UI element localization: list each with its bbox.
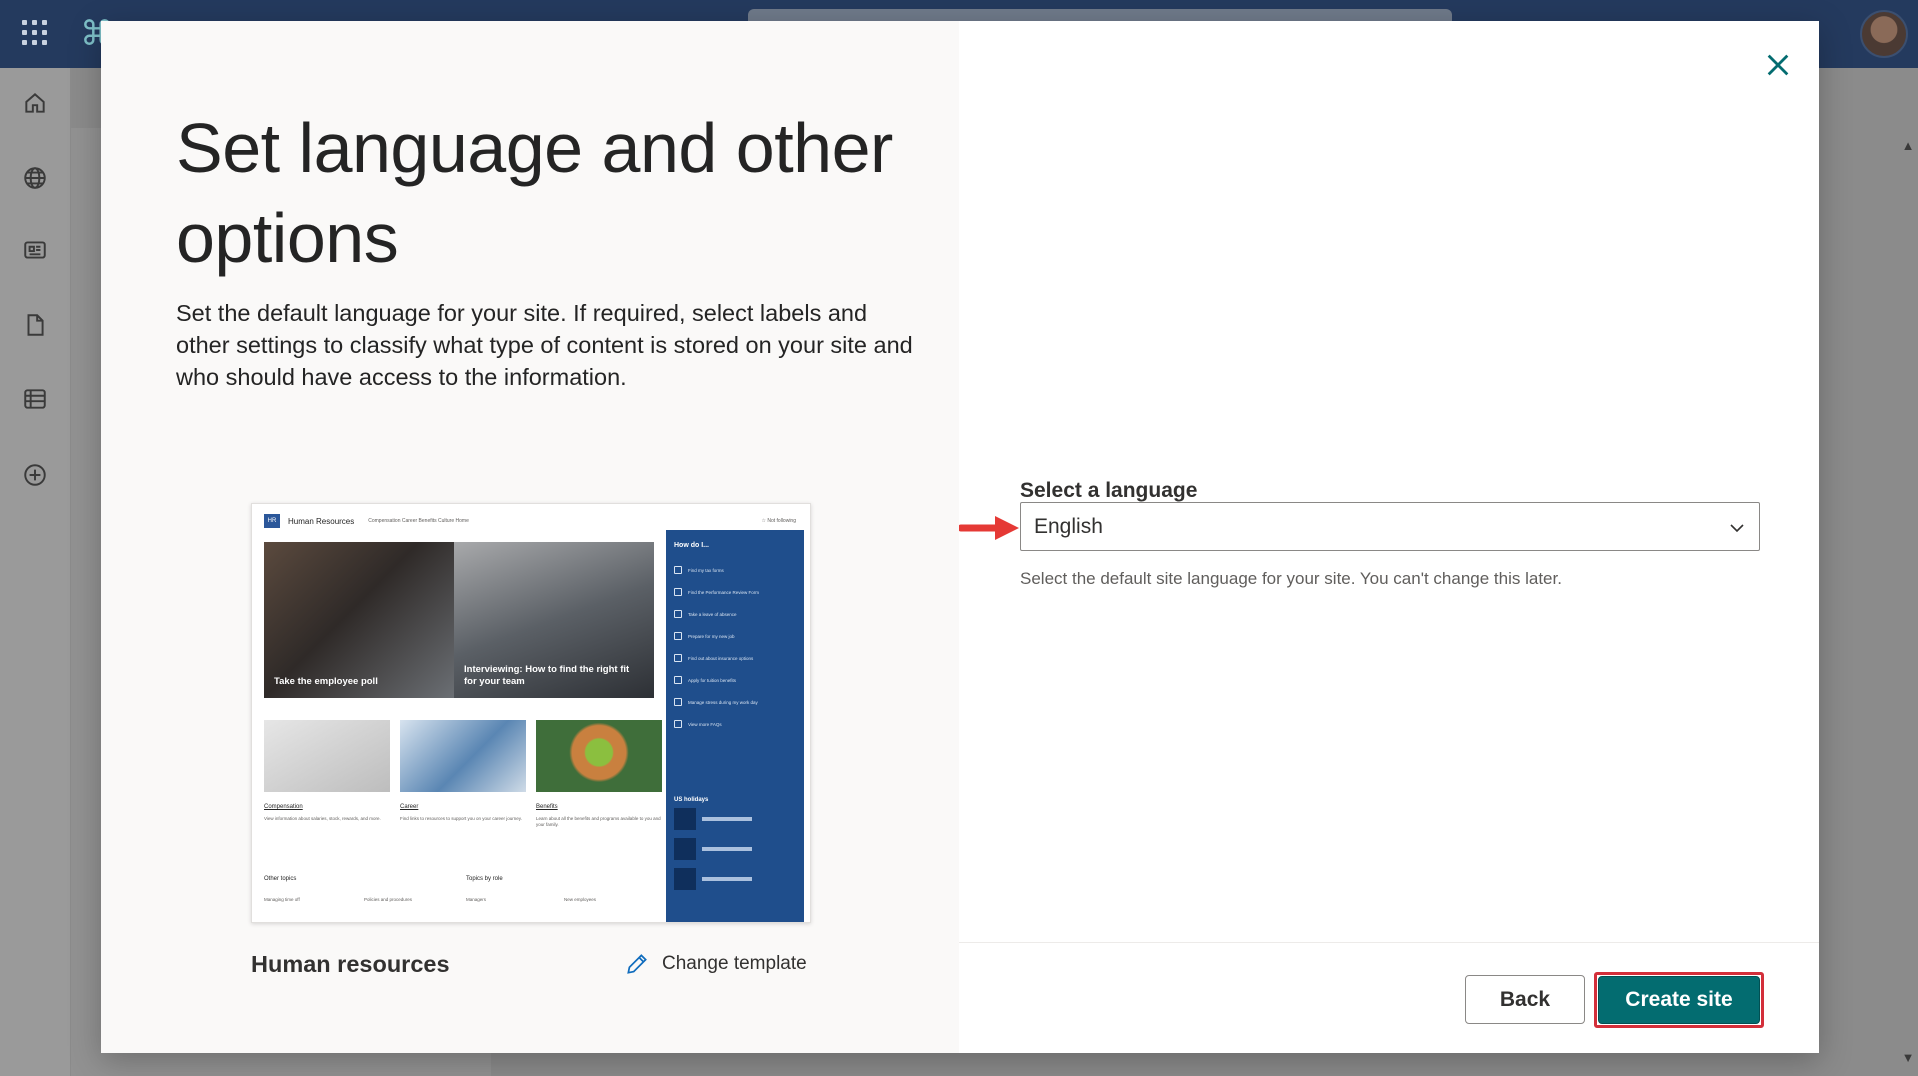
preview-holiday-row [674,865,796,893]
scroll-down-icon[interactable]: ▼ [1900,1050,1916,1066]
preview-side-holidays: US holidays [674,797,709,803]
close-button[interactable] [1758,45,1798,85]
create-site-button[interactable]: Create site [1598,976,1760,1024]
preview-topic-row: Policies and procedures [364,897,413,902]
language-selected-value: English [1034,514,1103,538]
preview-card-label: Career [400,804,419,810]
app-bar [0,68,70,1076]
template-name: Human resources [251,951,450,977]
preview-side-item: Find my tax forms [674,559,796,581]
preview-side-item: Find the Performance Review Form [674,581,796,603]
preview-side-item: Prepare for my new job [674,625,796,647]
list-icon[interactable] [20,384,50,414]
preview-card: Benefits Learn about all the benefits an… [536,720,662,828]
app-launcher-icon[interactable] [22,20,48,46]
preview-card-label: Benefits [536,804,558,810]
language-dropdown[interactable]: English [1020,502,1760,551]
avatar[interactable] [1860,10,1908,58]
preview-side-item: View more FAQs [674,713,796,735]
language-label: Select a language [1020,479,1198,502]
preview-header: HR Human Resources Compensation Career B… [252,504,665,538]
preview-hero-right: Interviewing: How to find the right fit … [454,542,654,698]
back-button[interactable]: Back [1465,975,1585,1024]
preview-card-label: Compensation [264,804,303,810]
change-template-label: Change template [662,953,807,974]
close-icon [1767,54,1789,76]
pencil-icon [627,954,647,974]
preview-card-text: Learn about all the benefits and program… [536,816,661,827]
preview-side-item: Find out about insurance options [674,647,796,669]
language-help-text: Select the default site language for you… [1020,569,1562,588]
document-icon[interactable] [20,310,50,340]
preview-side-item: Apply for tuition benefits [674,669,796,691]
template-preview: HR Human Resources Compensation Career B… [251,503,811,923]
preview-card: Career Find links to resources to suppor… [400,720,526,822]
preview-hero-right-caption: Interviewing: How to find the right fit … [464,664,630,687]
add-circle-icon[interactable] [20,460,50,490]
preview-topic-row: New employees [564,897,597,902]
dialog-description: Set the default language for your site. … [176,300,913,390]
preview-nav: Compensation Career Benefits Culture Hom… [368,518,469,524]
news-icon[interactable] [20,235,50,265]
preview-card-text: Find links to resources to support you o… [400,816,522,821]
home-icon[interactable] [20,88,50,118]
preview-topic-row: Managers [466,897,487,902]
red-arrow-annotation [959,516,1019,540]
chevron-down-icon [1730,524,1744,533]
change-template-button[interactable]: Change template [624,947,807,981]
globe-icon[interactable] [20,163,50,193]
preview-hero-left-caption: Take the employee poll [274,676,378,687]
preview-other-topics: Other topics [264,876,297,882]
preview-site-name: Human Resources [288,516,355,526]
dialog-title: Set language and other options [176,109,893,277]
preview-site-logo: HR [264,514,280,528]
footer-divider [959,942,1819,943]
preview-cards: Compensation View information about sala… [264,720,664,850]
site-options-dialog: Set language and other options Set the d… [101,21,1819,1053]
preview-holiday-row [674,805,796,833]
preview-hero-left: Take the employee poll [264,542,454,698]
preview-side-title: How do I... [674,542,709,549]
preview-holiday-row [674,835,796,863]
preview-side-item: Take a leave of absence [674,603,796,625]
preview-side-item: Manage stress during my work day [674,691,796,713]
preview-topic-row: Managing time off [264,897,300,902]
preview-follow: ☆ Not following [761,518,797,524]
preview-card: Compensation View information about sala… [264,720,390,822]
scroll-up-icon[interactable]: ▲ [1900,138,1916,154]
preview-side-panel: How do I... Find my tax forms Find the P… [666,530,804,922]
dialog-left-pane: Set language and other options Set the d… [101,21,959,1053]
preview-card-text: View information about salaries, stock, … [264,816,381,821]
preview-topics-by-role: Topics by role [466,876,503,882]
